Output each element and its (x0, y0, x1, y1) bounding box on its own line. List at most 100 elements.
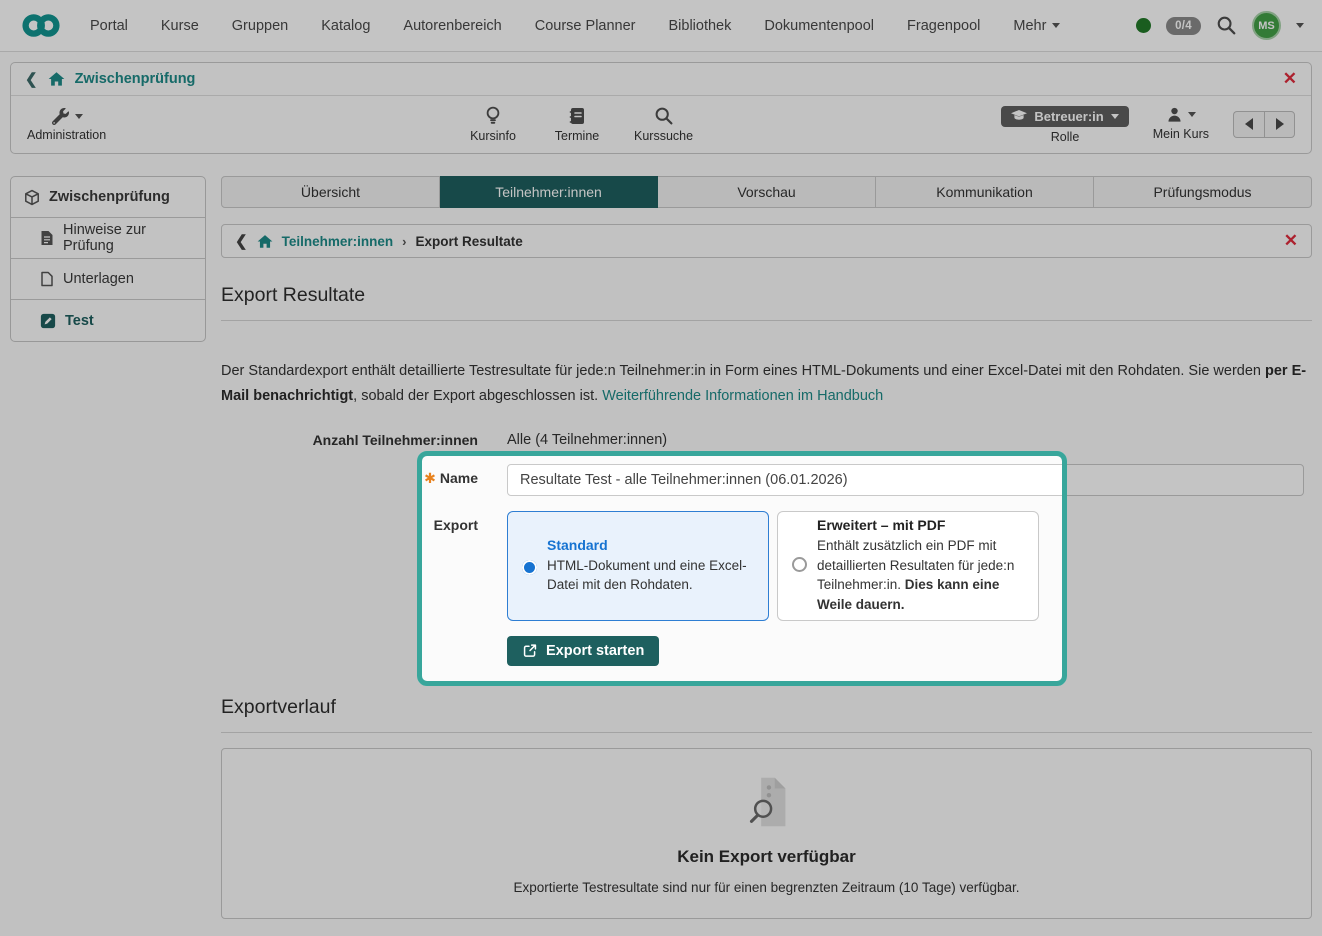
role-label: Rolle (1051, 130, 1080, 144)
assessment-counter-badge[interactable]: 0/4 (1166, 17, 1201, 35)
course-breadcrumb-bar: ❮ Zwischenprüfung ✕ (11, 63, 1311, 96)
lightbulb-icon (484, 106, 502, 126)
sidebar-item-hinweise[interactable]: Hinweise zur Prüfung (11, 218, 205, 259)
tab-vorschau[interactable]: Vorschau (658, 176, 876, 208)
participants-value: Alle (4 Teilnehmer:innen) (507, 426, 1312, 448)
sidebar-item-label: Hinweise zur Prüfung (63, 222, 192, 254)
termine-label: Termine (555, 129, 599, 143)
kurssuche-label: Kurssuche (634, 129, 693, 143)
option-title: Standard (547, 537, 754, 553)
nav-mehr[interactable]: Mehr (1013, 18, 1060, 34)
user-menu-chevron-icon[interactable] (1296, 23, 1304, 28)
nav-dokumentenpool[interactable]: Dokumentenpool (764, 18, 874, 34)
empty-state-title: Kein Export verfügbar (677, 847, 856, 867)
kursinfo-tool[interactable]: Kursinfo (466, 106, 520, 143)
tab-kommunikation[interactable]: Kommunikation (876, 176, 1094, 208)
next-node-button[interactable] (1264, 111, 1295, 138)
mein-kurs-label: Mein Kurs (1153, 127, 1209, 141)
export-label: Export (221, 511, 478, 533)
test-edit-icon (40, 313, 56, 329)
sidebar-item-label: Test (65, 313, 94, 329)
back-chevron-icon[interactable]: ❮ (235, 234, 248, 249)
page-title: Export Resultate (221, 284, 1312, 321)
participants-label: Anzahl Teilnehmer:innen (221, 426, 478, 448)
graduation-cap-icon (1011, 110, 1027, 122)
export-history-empty-state: Kein Export verfügbar Exportierte Testre… (221, 748, 1312, 919)
course-toolbar: Administration Kursinfo Termine Kurssuch… (11, 96, 1311, 153)
user-avatar[interactable]: MS (1252, 11, 1281, 40)
sidebar-item-zwischenpruefung[interactable]: Zwischenprüfung (11, 177, 205, 218)
home-icon[interactable] (48, 71, 65, 87)
course-header-box: ❮ Zwischenprüfung ✕ Administration Kursi… (10, 62, 1312, 154)
nav-bibliothek[interactable]: Bibliothek (669, 18, 732, 34)
participants-row: Anzahl Teilnehmer:innen Alle (4 Teilnehm… (221, 426, 1312, 448)
close-panel-icon[interactable]: ✕ (1284, 231, 1298, 251)
kurssuche-tool[interactable]: Kurssuche (634, 106, 693, 143)
history-title: Exportverlauf (221, 696, 1312, 733)
export-form: Anzahl Teilnehmer:innen Alle (4 Teilnehm… (221, 426, 1312, 666)
nav-course-planner[interactable]: Course Planner (535, 18, 636, 34)
nav-fragenpool[interactable]: Fragenpool (907, 18, 980, 34)
breadcrumb-teilnehmer-link[interactable]: Teilnehmer:innen (282, 234, 394, 249)
home-icon[interactable] (257, 234, 273, 249)
option-description: HTML-Dokument und eine Excel-Datei mit d… (547, 556, 754, 595)
tab-pruefungsmodus[interactable]: Prüfungsmodus (1094, 176, 1312, 208)
empty-state-text: Exportierte Testresultate sind nur für e… (513, 880, 1019, 895)
nav-katalog[interactable]: Katalog (321, 18, 370, 34)
kursinfo-label: Kursinfo (470, 129, 516, 143)
export-option-cards: Standard HTML-Dokument und eine Excel-Da… (507, 511, 1312, 621)
close-course-icon[interactable]: ✕ (1283, 69, 1297, 89)
tab-teilnehmerinnen[interactable]: Teilnehmer:innen (440, 176, 658, 208)
export-starten-label: Export starten (546, 643, 644, 659)
presence-status-dot (1136, 18, 1151, 33)
radio-unselected-icon[interactable] (792, 557, 807, 572)
export-starten-button[interactable]: Export starten (507, 636, 659, 666)
mein-kurs-tool[interactable]: Mein Kurs (1153, 106, 1209, 141)
nav-portal[interactable]: Portal (90, 18, 128, 34)
no-export-found-icon (736, 771, 798, 833)
course-nav-arrows (1233, 111, 1295, 138)
tab-uebersicht[interactable]: Übersicht (221, 176, 440, 208)
export-type-row: Export Standard HTML-Dokument und eine E… (221, 511, 1312, 666)
sidebar-item-unterlagen[interactable]: Unterlagen (11, 259, 205, 300)
chevron-down-icon (1052, 23, 1060, 28)
calendar-book-icon (568, 106, 586, 126)
name-label: ✱Name (221, 464, 478, 487)
export-name-input[interactable] (507, 464, 1304, 496)
toolbar-right-tools: Betreuer:in Rolle Mein Kurs (1001, 106, 1295, 144)
nav-mehr-label: Mehr (1013, 18, 1046, 34)
cube-icon (24, 189, 40, 206)
segment-tabs: Übersicht Teilnehmer:innen Vorschau Komm… (221, 176, 1312, 208)
name-label-text: Name (440, 470, 478, 486)
topnav-right-cluster: 0/4 MS (1136, 11, 1304, 40)
person-icon (1166, 106, 1183, 124)
nav-autorenbereich[interactable]: Autorenbereich (403, 18, 501, 34)
search-icon[interactable] (1216, 15, 1237, 36)
option-card-standard[interactable]: Standard HTML-Dokument und eine Excel-Da… (507, 511, 769, 621)
radio-selected-icon[interactable] (522, 560, 537, 575)
role-switcher: Betreuer:in Rolle (1001, 106, 1128, 144)
breadcrumb-course-link[interactable]: Zwischenprüfung (75, 71, 196, 87)
main-content: Übersicht Teilnehmer:innen Vorschau Komm… (221, 176, 1312, 919)
arrow-left-icon (1245, 118, 1253, 130)
administration-tool[interactable]: Administration (27, 108, 106, 142)
breadcrumb-separator: › (402, 234, 406, 249)
sidebar-item-label: Unterlagen (63, 271, 134, 287)
back-chevron-icon[interactable]: ❮ (25, 72, 38, 87)
role-dropdown-button[interactable]: Betreuer:in (1001, 106, 1128, 127)
course-menu: Zwischenprüfung Hinweise zur Prüfung Unt… (10, 176, 206, 342)
sub-breadcrumb-bar: ❮ Teilnehmer:innen › Export Resultate ✕ (221, 224, 1312, 258)
sidebar-item-test[interactable]: Test (11, 300, 205, 341)
termine-tool[interactable]: Termine (550, 106, 604, 143)
option-title: Erweitert – mit PDF (817, 517, 1024, 533)
handbuch-link[interactable]: Weiterführende Informationen im Handbuch (602, 388, 883, 404)
export-icon (522, 643, 538, 658)
chevron-down-icon (1111, 114, 1119, 119)
openolat-logo[interactable] (18, 12, 64, 39)
nav-gruppen[interactable]: Gruppen (232, 18, 288, 34)
administration-label: Administration (27, 128, 106, 142)
option-card-erweitert[interactable]: Erweitert – mit PDF Enthält zusätzlich e… (777, 511, 1039, 621)
required-marker: ✱ (424, 470, 436, 486)
nav-kurse[interactable]: Kurse (161, 18, 199, 34)
previous-node-button[interactable] (1233, 111, 1264, 138)
